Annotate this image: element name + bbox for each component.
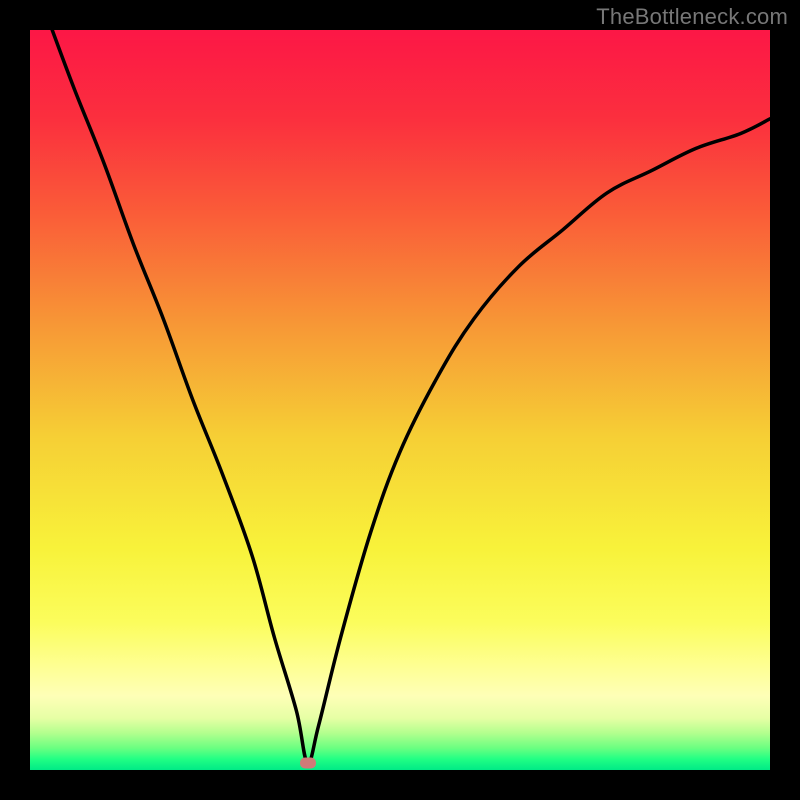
plot-area: [30, 30, 770, 770]
curve-svg: [30, 30, 770, 770]
watermark-text: TheBottleneck.com: [596, 4, 788, 30]
chart-frame: TheBottleneck.com: [0, 0, 800, 800]
optimal-point-marker: [300, 757, 316, 768]
bottleneck-curve: [52, 30, 770, 763]
